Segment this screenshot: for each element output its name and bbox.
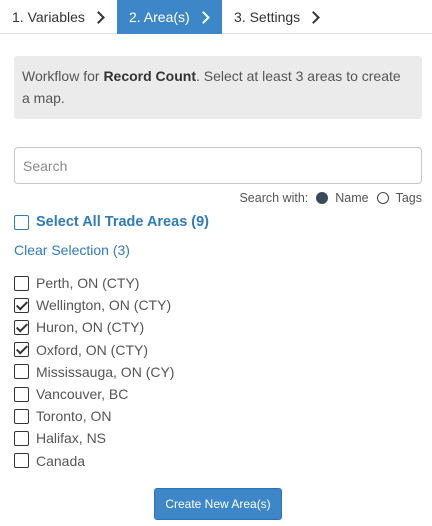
workflow-info-box: Workflow for Record Count. Select at lea… [14, 56, 422, 119]
checked-checkbox-icon [14, 319, 29, 335]
step-label: 3. Settings [234, 9, 301, 25]
radio-tags[interactable] [376, 192, 389, 204]
area-label: Mississauga, ON (CY) [36, 363, 175, 380]
step-variables[interactable]: 1. Variables [0, 0, 117, 34]
radio-name-label: Name [335, 191, 369, 205]
area-list: Perth, ON (CTY) Wellington, ON (CTY) Huron… [14, 272, 174, 472]
workflow-name: Record Count [103, 68, 196, 84]
area-item[interactable]: Vancouver, BC [14, 383, 174, 405]
area-label: Perth, ON (CTY) [36, 275, 140, 292]
checkbox-icon [14, 364, 29, 380]
area-item[interactable]: Oxford, ON (CTY) [14, 339, 174, 361]
select-all-label: Select All Trade Areas (9) [36, 214, 210, 230]
area-label: Huron, ON (CTY) [36, 319, 145, 336]
checked-checkbox-icon [14, 297, 29, 313]
area-item[interactable]: Perth, ON (CTY) [14, 272, 174, 294]
checkbox-icon [14, 214, 29, 230]
area-label: Toronto, ON [36, 408, 112, 425]
area-label: Canada [36, 452, 86, 469]
checkbox-icon [14, 453, 29, 469]
area-item[interactable]: Toronto, ON [14, 405, 174, 427]
area-label: Oxford, ON (CTY) [36, 341, 149, 358]
chevron-right-icon [92, 11, 105, 24]
radio-tags-label: Tags [395, 191, 422, 205]
search-with-options: Search with: Name Tags [239, 190, 422, 206]
checkbox-icon [14, 430, 29, 446]
step-areas[interactable]: 2. Area(s) [117, 0, 222, 34]
chevron-right-icon [196, 11, 210, 24]
checked-checkbox-icon [14, 342, 29, 358]
search-input[interactable] [14, 147, 422, 184]
info-prefix: Workflow for [22, 68, 104, 84]
area-item[interactable]: Canada [14, 450, 174, 472]
clear-selection-link[interactable]: Clear Selection (3) [14, 242, 130, 258]
select-all-checkbox[interactable]: Select All Trade Areas (9) [14, 214, 209, 230]
step-settings[interactable]: 3. Settings [222, 0, 342, 34]
area-item[interactable]: Mississauga, ON (CY) [14, 361, 174, 383]
wizard-steps: 1. Variables 2. Area(s) 3. Settings [0, 0, 432, 34]
radio-name[interactable] [316, 192, 329, 204]
area-item[interactable]: Wellington, ON (CTY) [14, 294, 174, 316]
step-label: 1. Variables [12, 9, 85, 25]
search-with-label: Search with: [239, 191, 309, 205]
area-item[interactable]: Halifax, NS [14, 427, 174, 449]
checkbox-icon [14, 386, 29, 402]
area-label: Vancouver, BC [36, 386, 129, 403]
step-label: 2. Area(s) [129, 9, 190, 25]
checkbox-icon [14, 408, 29, 424]
create-new-area-button[interactable]: Create New Area(s) [154, 488, 282, 520]
area-label: Wellington, ON (CTY) [36, 297, 172, 314]
chevron-right-icon [307, 11, 321, 24]
area-label: Halifax, NS [36, 430, 107, 447]
area-item[interactable]: Huron, ON (CTY) [14, 316, 174, 338]
checkbox-icon [14, 275, 29, 291]
